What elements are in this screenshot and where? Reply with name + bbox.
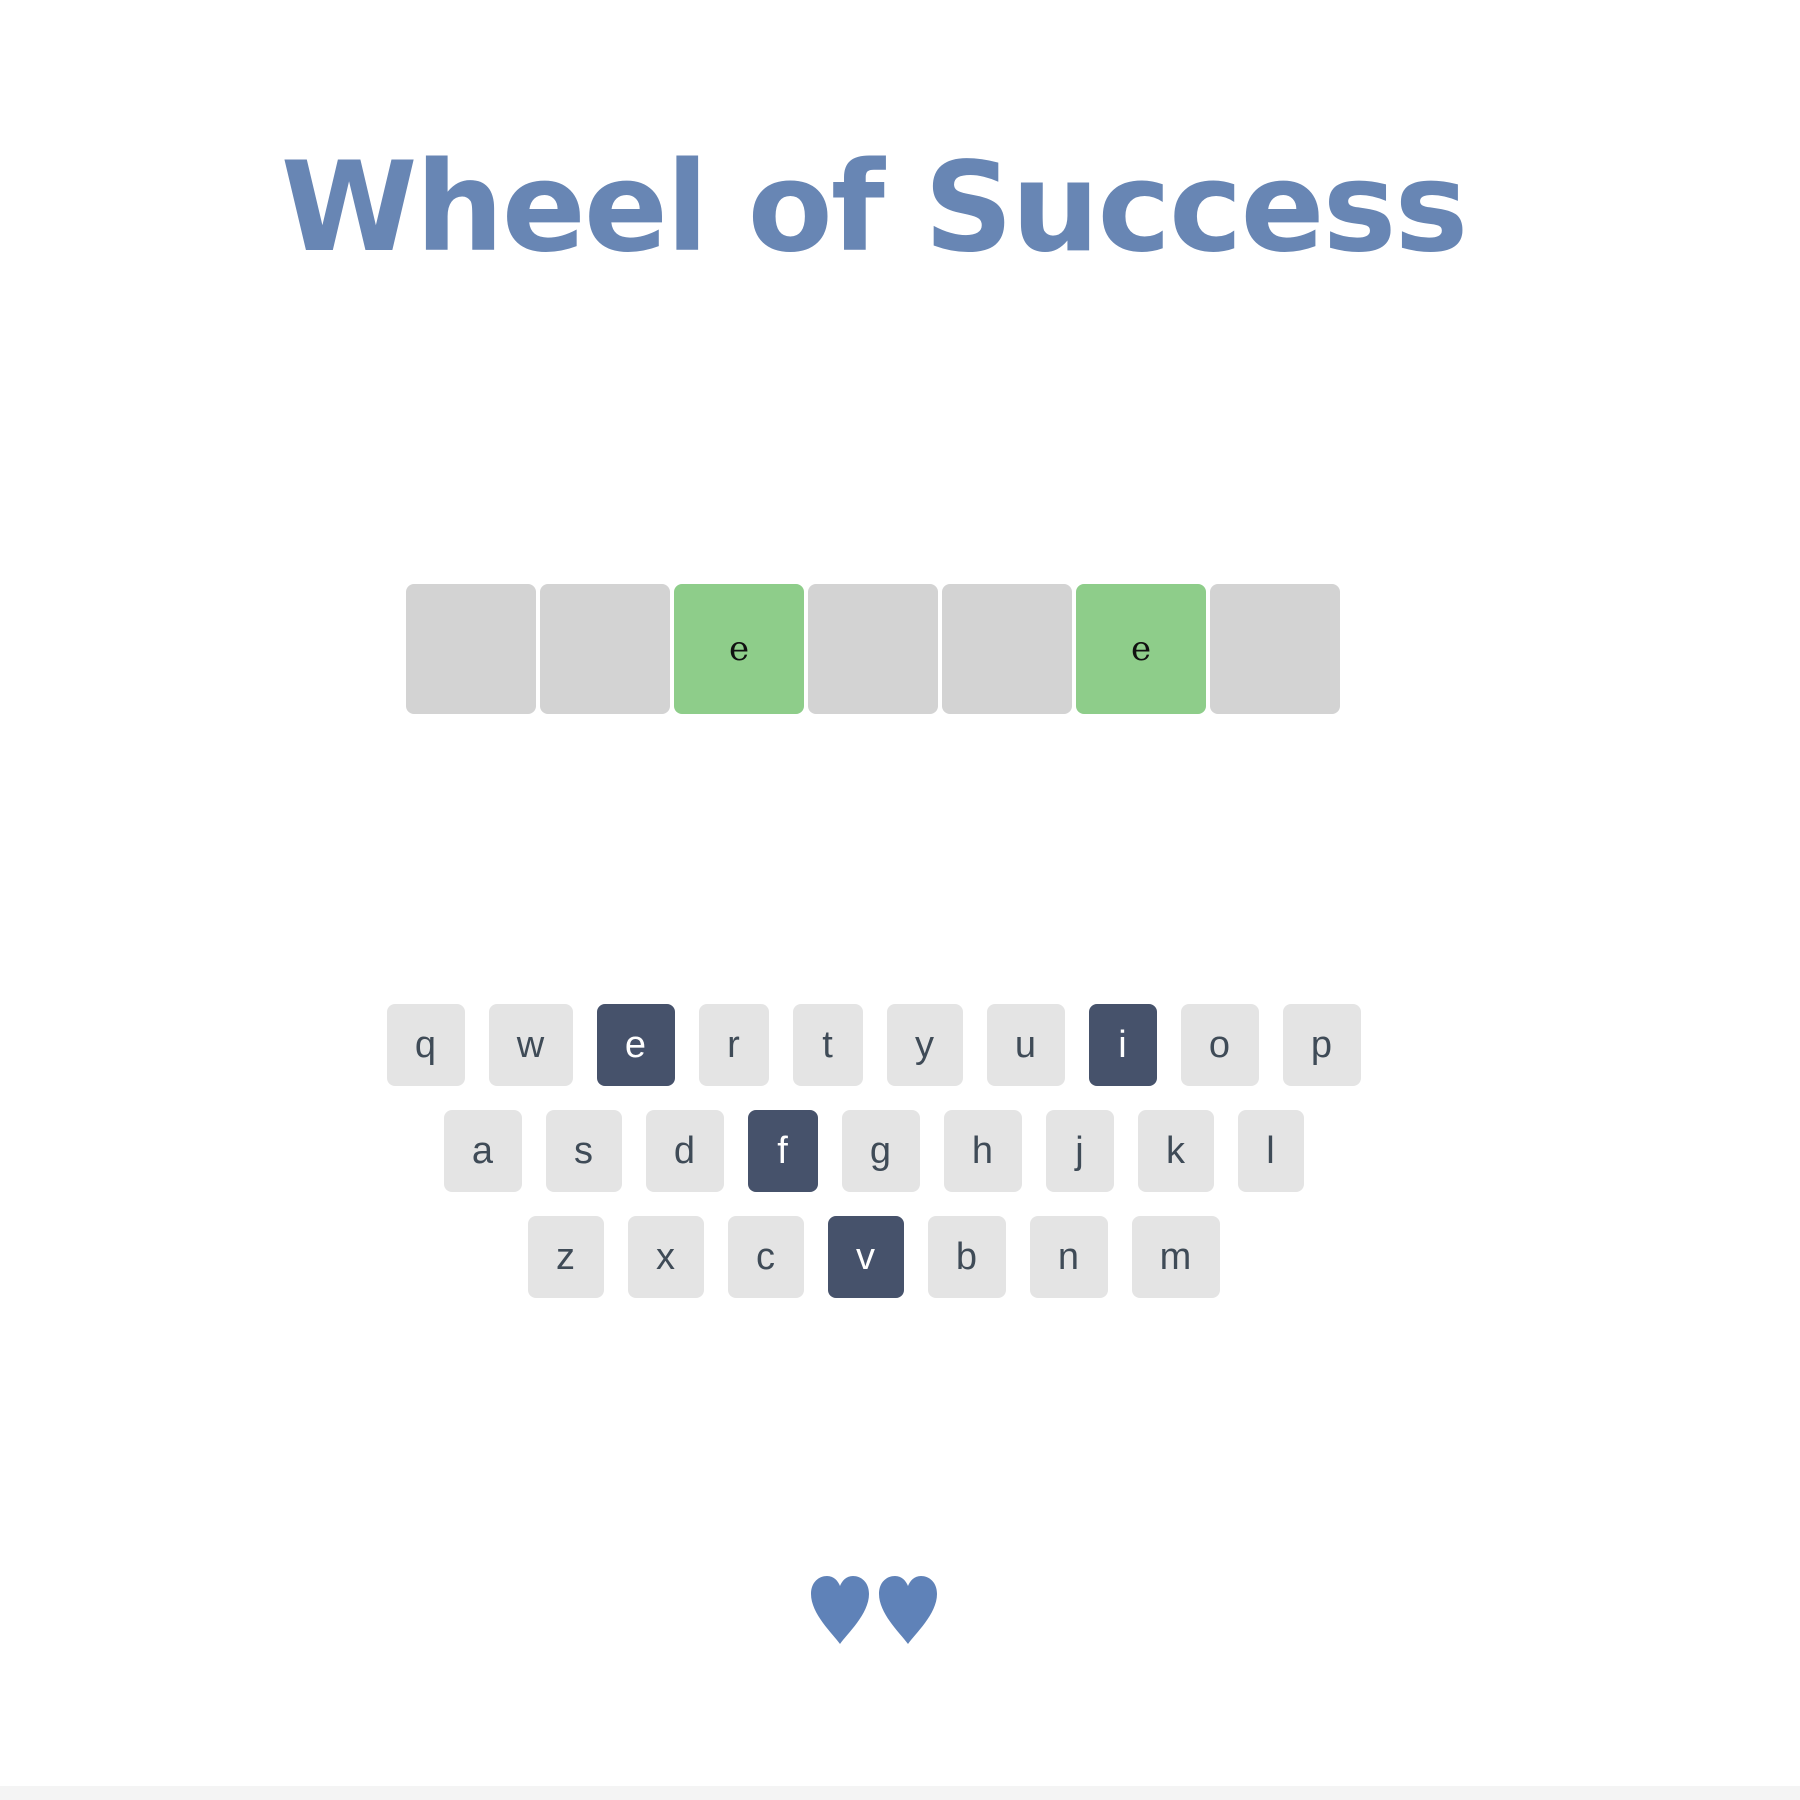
key-j[interactable]: j	[1045, 1110, 1114, 1192]
key-i[interactable]: i	[1088, 1004, 1157, 1086]
key-v[interactable]: v	[827, 1216, 904, 1298]
key-s[interactable]: s	[545, 1110, 622, 1192]
key-b[interactable]: b	[927, 1216, 1006, 1298]
letter-tile	[406, 584, 536, 714]
game-title: Wheel of Success	[280, 136, 1469, 280]
key-c[interactable]: c	[727, 1216, 804, 1298]
heart-icon	[810, 1576, 869, 1644]
key-a[interactable]: a	[443, 1110, 522, 1192]
key-w[interactable]: w	[488, 1004, 573, 1086]
letter-tile: e	[674, 584, 804, 714]
key-u[interactable]: u	[986, 1004, 1065, 1086]
key-x[interactable]: x	[627, 1216, 704, 1298]
key-r[interactable]: r	[698, 1004, 769, 1086]
letter-tile	[942, 584, 1072, 714]
key-z[interactable]: z	[527, 1216, 604, 1298]
key-q[interactable]: q	[386, 1004, 465, 1086]
key-m[interactable]: m	[1131, 1216, 1220, 1298]
puzzle-word: ee	[406, 584, 1340, 714]
keyboard-row: asdfghjkl	[0, 1110, 1747, 1192]
letter-tile	[1210, 584, 1340, 714]
key-p[interactable]: p	[1282, 1004, 1361, 1086]
lives-display	[0, 1574, 1747, 1646]
keyboard-row: zxcvbnm	[0, 1216, 1747, 1298]
key-l[interactable]: l	[1237, 1110, 1304, 1192]
letter-keyboard: qwertyuiop asdfghjkl zxcvbnm	[0, 1004, 1747, 1322]
key-f[interactable]: f	[747, 1110, 818, 1192]
key-g[interactable]: g	[841, 1110, 920, 1192]
key-h[interactable]: h	[943, 1110, 1022, 1192]
letter-tile: e	[1076, 584, 1206, 714]
key-d[interactable]: d	[645, 1110, 724, 1192]
page-bottom-strip	[0, 1786, 1800, 1800]
keyboard-row: qwertyuiop	[0, 1004, 1747, 1086]
key-k[interactable]: k	[1137, 1110, 1214, 1192]
key-e[interactable]: e	[596, 1004, 675, 1086]
key-y[interactable]: y	[886, 1004, 963, 1086]
heart-icon	[878, 1576, 937, 1644]
letter-tile	[540, 584, 670, 714]
letter-tile	[808, 584, 938, 714]
key-t[interactable]: t	[792, 1004, 863, 1086]
key-o[interactable]: o	[1180, 1004, 1259, 1086]
key-n[interactable]: n	[1029, 1216, 1108, 1298]
